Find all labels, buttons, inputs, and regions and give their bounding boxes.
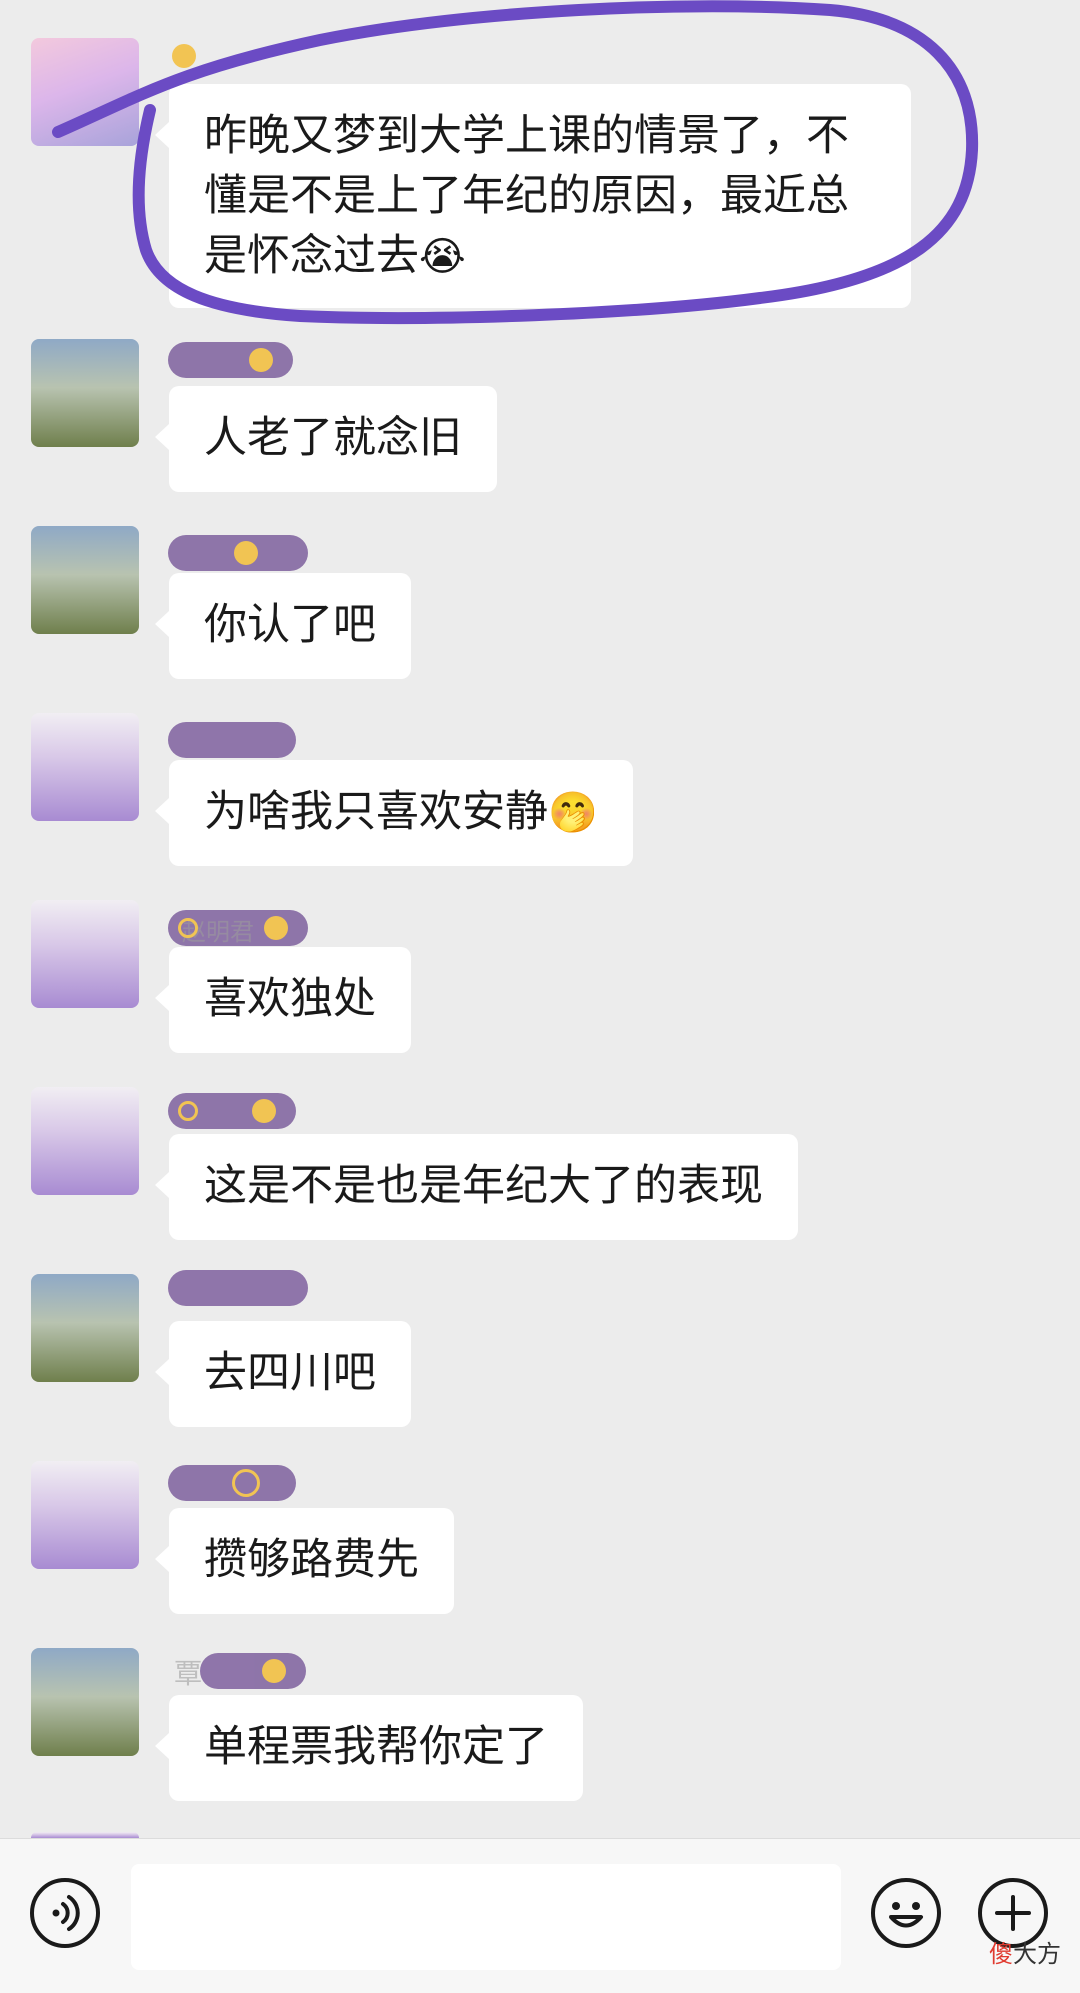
chat-history[interactable]: 昨晚又梦到大学上课的情景了，不懂是不是上了年纪的原因，最近总是怀念过去😭 人老了… [0,0,1080,1838]
message-bubble[interactable]: 为啥我只喜欢安静🤭 [155,760,633,866]
voice-icon [52,1895,80,1931]
emoji-button[interactable] [871,1878,941,1948]
sender-avatar[interactable] [31,339,139,447]
crying-emoji: 😭 [419,234,466,280]
message-bubble[interactable]: 这是不是也是年纪大了的表现 [155,1134,798,1240]
sender-name-redacted [168,1270,308,1306]
sender-avatar[interactable] [31,38,139,146]
sender-avatar[interactable] [31,900,139,1008]
message-text: 人老了就念旧 [204,413,462,463]
sender-name-redacted [168,40,278,76]
sender-name-redacted [168,535,308,571]
sender-name-redacted [168,342,293,378]
message-input[interactable] [131,1864,841,1970]
sender-avatar[interactable] [31,1274,139,1382]
sender-name-redacted: 赵明君 [168,910,308,946]
sender-name-redacted [168,722,296,758]
sender-avatar[interactable] [31,1087,139,1195]
message-bubble[interactable]: 昨晚又梦到大学上课的情景了，不懂是不是上了年纪的原因，最近总是怀念过去😭 [155,84,911,308]
message-bubble[interactable]: 攒够路费先 [155,1508,454,1614]
voice-button[interactable] [30,1878,100,1948]
face-with-hand-over-mouth-emoji: 🤭 [548,790,598,836]
sender-avatar[interactable] [31,1648,139,1756]
sender-name-redacted [168,1093,296,1129]
message-bubble[interactable]: 单程票我帮你定了 [155,1695,583,1801]
emoji-icon [889,1902,923,1928]
message-text: 昨晚又梦到大学上课的情景了，不懂是不是上了年纪的原因，最近总是怀念过去 [204,111,849,281]
watermark: 傻大方 [989,1934,1061,1969]
sender-name-redacted [168,1465,296,1501]
watermark-text: 大方 [1013,1940,1061,1968]
sender-name: 覃 [174,1657,203,1690]
message-bubble[interactable]: 人老了就念旧 [155,386,497,492]
sender-avatar[interactable] [31,1461,139,1569]
message-text: 喜欢独处 [204,974,376,1024]
message-text: 你认了吧 [204,600,376,650]
message-bubble[interactable]: 你认了吧 [155,573,411,679]
message-text: 这是不是也是年纪大了的表现 [204,1161,763,1211]
message-text: 单程票我帮你定了 [204,1722,548,1772]
sender-name-redacted [200,1653,306,1689]
message-text: 去四川吧 [204,1348,376,1398]
message-bubble[interactable]: 喜欢独处 [155,947,411,1053]
sender-avatar[interactable] [31,526,139,634]
message-text: 为啥我只喜欢安静 [204,787,548,837]
message-text: 攒够路费先 [204,1535,419,1585]
message-bubble[interactable]: 去四川吧 [155,1321,411,1427]
sender-avatar[interactable] [31,713,139,821]
watermark-accent: 傻 [989,1940,1013,1968]
